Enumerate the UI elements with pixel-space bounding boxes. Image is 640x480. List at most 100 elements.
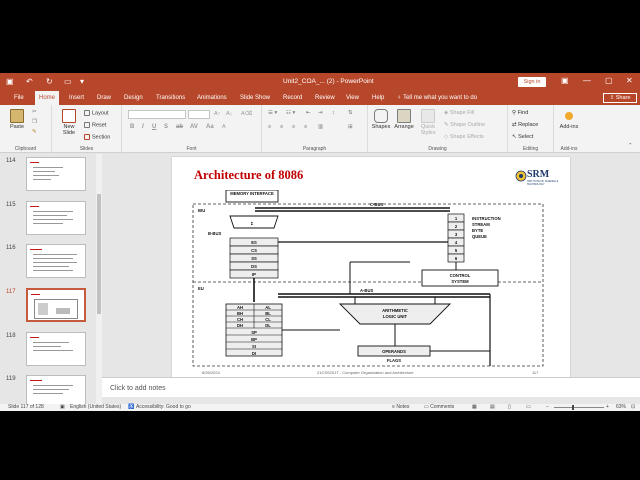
- quick-styles-button[interactable]: Quick Styles: [416, 109, 440, 136]
- clear-formatting-icon[interactable]: A⌫: [241, 111, 252, 117]
- thumbnail-title: ▬▬▬: [31, 292, 40, 296]
- bullets-icon[interactable]: ☰ ▾: [268, 110, 277, 116]
- collapse-ribbon-icon[interactable]: ⌃: [628, 143, 633, 149]
- maximize-icon[interactable]: ▢: [605, 76, 613, 85]
- shapes-button[interactable]: Shapes: [370, 109, 392, 130]
- undo-icon[interactable]: ↶: [26, 77, 33, 86]
- ribbon-display-icon[interactable]: ▣: [561, 76, 569, 85]
- zoom-slider[interactable]: [554, 407, 604, 408]
- decrease-font-icon[interactable]: A↓: [226, 111, 232, 117]
- align-left-icon[interactable]: ≡: [268, 124, 271, 130]
- replace-button[interactable]: ⇄ Replace: [512, 122, 538, 128]
- font-name-input[interactable]: [128, 110, 186, 119]
- change-case-button[interactable]: Aa: [206, 124, 214, 130]
- find-button[interactable]: ⚲ Find: [512, 110, 528, 116]
- sign-in-button[interactable]: Sign in: [518, 77, 546, 87]
- text-direction-icon[interactable]: ⇅: [348, 110, 353, 116]
- close-icon[interactable]: ✕: [626, 76, 633, 85]
- zoom-slider-handle[interactable]: [572, 405, 574, 410]
- reset-button[interactable]: Reset: [84, 122, 106, 128]
- slide-thumbnail-115[interactable]: ▬▬▬: [26, 201, 86, 235]
- paste-button[interactable]: Paste: [6, 109, 28, 130]
- tab-view[interactable]: View: [342, 91, 363, 105]
- tell-me-search[interactable]: ♀ Tell me what you want to do: [397, 91, 477, 105]
- architecture-diagram[interactable]: MEMORY INTERFACE C-BUS BIU EU Σ B-BUS ES…: [190, 190, 545, 368]
- strikethrough-button[interactable]: ab: [176, 124, 183, 130]
- scrollbar-thumb[interactable]: [97, 194, 101, 314]
- register-dh: DH: [237, 323, 243, 328]
- zoom-level[interactable]: 63%: [616, 404, 626, 411]
- reading-view-icon[interactable]: ▯: [508, 404, 511, 411]
- share-button[interactable]: ⇪ Share: [603, 93, 637, 103]
- comments-toggle[interactable]: ▭ Comments: [424, 404, 454, 411]
- tab-review[interactable]: Review: [311, 91, 339, 105]
- minimize-icon[interactable]: —: [583, 76, 591, 85]
- new-slide-button[interactable]: New Slide: [58, 109, 80, 136]
- justify-icon[interactable]: ≡: [304, 124, 307, 130]
- tab-help[interactable]: Help: [368, 91, 388, 105]
- layout-button[interactable]: Layout: [84, 110, 109, 116]
- save-icon[interactable]: ▣: [6, 77, 14, 86]
- present-icon[interactable]: ▭: [64, 77, 72, 86]
- accessibility-status[interactable]: Accessibility: Good to go: [136, 404, 191, 411]
- arrange-button[interactable]: Arrange: [392, 109, 416, 130]
- section-button[interactable]: Section: [84, 134, 110, 140]
- line-spacing-icon[interactable]: ↕: [332, 110, 335, 116]
- spellcheck-icon[interactable]: ▣: [60, 404, 65, 411]
- bold-button[interactable]: B: [130, 124, 134, 130]
- tab-slide-show[interactable]: Slide Show: [236, 91, 274, 105]
- slide-thumbnail-118[interactable]: ▬▬▬: [26, 332, 86, 366]
- editing-group: ⚲ Find ⇄ Replace ↖ Select Editing: [508, 105, 554, 153]
- slide-thumbnail-117[interactable]: ▬▬▬: [26, 288, 86, 322]
- tell-me-text: Tell me what you want to do: [403, 95, 478, 101]
- tab-animations[interactable]: Animations: [193, 91, 231, 105]
- align-right-icon[interactable]: ≡: [292, 124, 295, 130]
- shadow-button[interactable]: S: [164, 124, 168, 130]
- shape-fill-button[interactable]: ◈ Shape Fill: [444, 110, 474, 116]
- slide-title[interactable]: Architecture of 8086: [194, 168, 303, 183]
- font-color-icon[interactable]: A: [222, 124, 226, 130]
- select-button[interactable]: ↖ Select: [512, 134, 533, 140]
- notes-pane[interactable]: Click to add notes: [102, 377, 640, 397]
- align-center-icon[interactable]: ≡: [280, 124, 283, 130]
- underline-button[interactable]: U: [152, 124, 156, 130]
- zoom-in-icon[interactable]: +: [606, 404, 609, 411]
- tab-record[interactable]: Record: [279, 91, 306, 105]
- zoom-out-icon[interactable]: −: [546, 404, 549, 411]
- current-slide[interactable]: Architecture of 8086 SRM INSTITUTE OF SC…: [172, 157, 570, 380]
- shape-effects-button[interactable]: ◇ Shape Effects: [444, 134, 484, 140]
- slide-sorter-icon[interactable]: ▤: [490, 404, 495, 411]
- smartart-icon[interactable]: ⊞: [348, 124, 353, 130]
- editing-group-label: Editing: [522, 146, 539, 152]
- shape-outline-button[interactable]: ✎ Shape Outline: [444, 122, 485, 128]
- language-status[interactable]: English (United States): [70, 404, 121, 411]
- normal-view-icon[interactable]: ▦: [472, 404, 477, 411]
- arrange-icon: [397, 109, 411, 123]
- redo-icon[interactable]: ↻: [46, 77, 53, 86]
- slide-thumbnail-119[interactable]: ▬▬▬▬: [26, 375, 86, 404]
- slideshow-view-icon[interactable]: ▭: [526, 404, 531, 411]
- font-size-input[interactable]: [188, 110, 210, 119]
- numbering-icon[interactable]: ☷ ▾: [286, 110, 295, 116]
- format-painter-icon[interactable]: ✎: [32, 129, 37, 135]
- tab-insert[interactable]: Insert: [65, 91, 88, 105]
- copy-icon[interactable]: ❐: [32, 119, 37, 125]
- tab-file[interactable]: File: [10, 91, 28, 105]
- fit-slide-icon[interactable]: ⊡: [631, 404, 635, 411]
- addins-button[interactable]: Add-ins: [556, 109, 582, 130]
- decrease-indent-icon[interactable]: ⇤: [306, 110, 311, 116]
- character-spacing-button[interactable]: AV: [190, 124, 198, 130]
- notes-toggle[interactable]: ≡ Notes: [392, 404, 409, 411]
- tab-transitions[interactable]: Transitions: [152, 91, 189, 105]
- customize-quick-access-icon[interactable]: ▾: [80, 77, 84, 86]
- columns-icon[interactable]: ▥: [318, 124, 323, 130]
- tab-draw[interactable]: Draw: [93, 91, 115, 105]
- cut-icon[interactable]: ✂: [32, 109, 37, 115]
- tab-home[interactable]: Home: [35, 91, 60, 105]
- increase-indent-icon[interactable]: ⇥: [318, 110, 323, 116]
- slide-thumbnail-116[interactable]: ▬▬▬▬: [26, 244, 86, 278]
- italic-button[interactable]: I: [142, 124, 144, 130]
- slide-thumbnail-114[interactable]: ▬▬▬: [26, 157, 86, 191]
- increase-font-icon[interactable]: A↑: [214, 111, 220, 117]
- tab-design[interactable]: Design: [120, 91, 147, 105]
